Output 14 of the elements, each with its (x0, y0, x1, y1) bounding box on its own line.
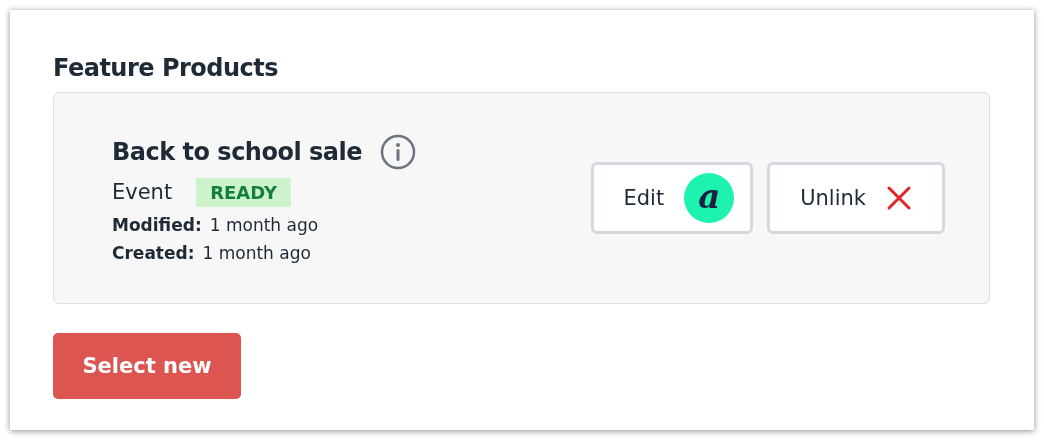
meta-label: Modified: (112, 214, 202, 235)
select-new-button[interactable]: Select new (53, 333, 241, 399)
logo-icon: a (684, 173, 735, 223)
status-tag: READY (196, 177, 291, 207)
unlink-button[interactable]: Unlink (767, 162, 945, 234)
meta-value: 1 month ago (209, 214, 319, 235)
product-name: Back to school sale (112, 137, 362, 166)
section-title: Feature Products (53, 54, 280, 82)
edit-button[interactable]: Edit a (590, 162, 754, 234)
info-icon[interactable] (380, 133, 416, 170)
meta-value: 1 month ago (202, 242, 311, 263)
meta-label: Created: (112, 242, 195, 263)
product-type: Event (112, 180, 173, 204)
close-icon (886, 185, 912, 211)
